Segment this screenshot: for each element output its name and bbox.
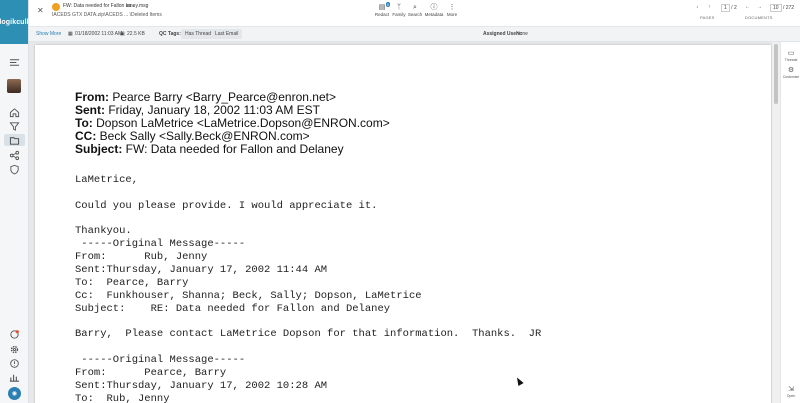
document-filename: laney.msg [126,3,149,9]
tag-chip[interactable]: Last Email [211,29,243,39]
close-icon[interactable]: ✕ [37,6,44,15]
home-icon[interactable] [8,106,20,118]
threads-button[interactable]: ▭ Threads [781,50,800,62]
threads-icon: ▭ [787,50,795,57]
email-cc-line: CC: Beck Sally <Sally.Beck@ENRON.com> [75,129,310,143]
email-file-icon [52,3,60,11]
body-line: To: Rub, Jenny [75,393,170,403]
email-to-line: To: Dopson LaMetrice <LaMetrice.Dopson@E… [75,116,390,130]
email-sent-line: Sent: Friday, January 18, 2002 11:03 AM … [75,103,321,117]
next-document-icon[interactable]: → [757,4,762,10]
document-viewer[interactable]: From: Pearce Barry <Barry_Pearce@enron.n… [29,42,780,403]
body-line: Thankyou. [75,225,132,237]
document-date: 01/18/2002 11:03 AM [75,31,123,37]
right-rail: ▭ Threads ⚙ Customize ⇲ Open [780,42,800,403]
open-icon: ⇲ [788,386,794,393]
user-badge-icon[interactable]: ◉ [8,387,21,400]
left-nav: logikcull ◉ [0,0,29,403]
page-indicator: 1 / 2 [721,4,737,12]
documents-icon[interactable] [4,134,25,146]
assigned-users-value: None [516,31,528,37]
reports-icon[interactable] [8,371,20,383]
shield-icon[interactable] [8,163,20,175]
body-line: To: Pearce, Barry [75,277,189,289]
body-line: From: Pearce, Barry [75,367,227,379]
document-indicator: 10 / 272 [770,4,794,12]
document-input[interactable]: 10 [770,4,782,12]
body-line: Barry, Please contact LaMetrice Dopson f… [75,328,542,340]
document-page: From: Pearce Barry <Barry_Pearce@enron.n… [35,45,771,403]
avatar[interactable] [7,79,21,93]
body-line: Sent:Thursday, January 17, 2002 10:28 AM [75,380,328,392]
document-title: FW: Data needed for Fallon an... [63,3,136,9]
body-line: -----Original Message----- [75,354,246,366]
document-info-bar: Show More ▦ 01/18/2002 11:03 AM ▣ 22.5 K… [29,27,800,42]
documents-label: DOCUMENTS [745,15,773,20]
qc-tags-label: QC Tags: [159,31,181,37]
scrollbar-thumb[interactable] [774,44,778,104]
body-line: Could you please provide. I would apprec… [75,200,378,212]
document-size: 22.5 KB [127,31,145,37]
more-button[interactable]: ⋮ More [442,3,462,17]
gear-icon: ⚙ [787,67,795,74]
pages-label: PAGES [700,15,715,20]
body-line: Sent:Thursday, January 17, 2002 11:44 AM [75,264,328,276]
body-line: From: Rub, Jenny [75,251,208,263]
metadata-button[interactable]: ⓘ Metadata [424,3,444,17]
more-icon: ⋮ [448,4,456,11]
page-input[interactable]: 1 [721,4,730,12]
size-icon: ▣ [120,31,125,37]
show-more-link[interactable]: Show More [36,31,61,37]
prev-document-icon[interactable]: ← [745,4,750,10]
help-icon[interactable] [8,357,20,369]
open-button[interactable]: ⇲ Open [781,386,800,398]
filter-icon[interactable] [8,120,20,132]
viewer-header: ✕ FW: Data needed for Fallon an... laney… [29,0,800,27]
search-icon: ⌕ [413,4,417,11]
document-path: IACEDS GTX DATA.zip\ACEDS ... \Deleted I… [52,12,162,18]
metadata-icon: ⓘ [430,4,438,11]
customize-button[interactable]: ⚙ Customize [781,67,800,79]
email-from-line: From: Pearce Barry <Barry_Pearce@enron.n… [75,90,336,104]
body-line: -----Original Message----- [75,238,246,250]
body-line: Subject: RE: Data needed for Fallon and … [75,303,391,315]
page-down-icon[interactable]: ↓ [696,4,699,10]
calendar-icon: ▦ [68,31,73,37]
notifications-icon[interactable] [8,328,20,340]
email-subject-line: Subject: FW: Data needed for Fallon and … [75,142,344,156]
body-line: Cc: Funkhouser, Shanna; Beck, Sally; Dop… [75,290,422,302]
page-up-icon[interactable]: ↑ [708,4,711,10]
search-button[interactable]: ⌕ Search [405,3,425,17]
brand-logo: logikcull [0,0,29,44]
settings-icon[interactable] [8,343,20,355]
body-line: LaMetrice, [75,174,139,186]
share-icon[interactable] [8,149,20,161]
app: logikcull ◉ ✕ FW: Data needed for Fallon… [0,0,800,403]
menu-icon[interactable] [8,56,20,68]
vertical-scrollbar[interactable] [772,42,780,403]
